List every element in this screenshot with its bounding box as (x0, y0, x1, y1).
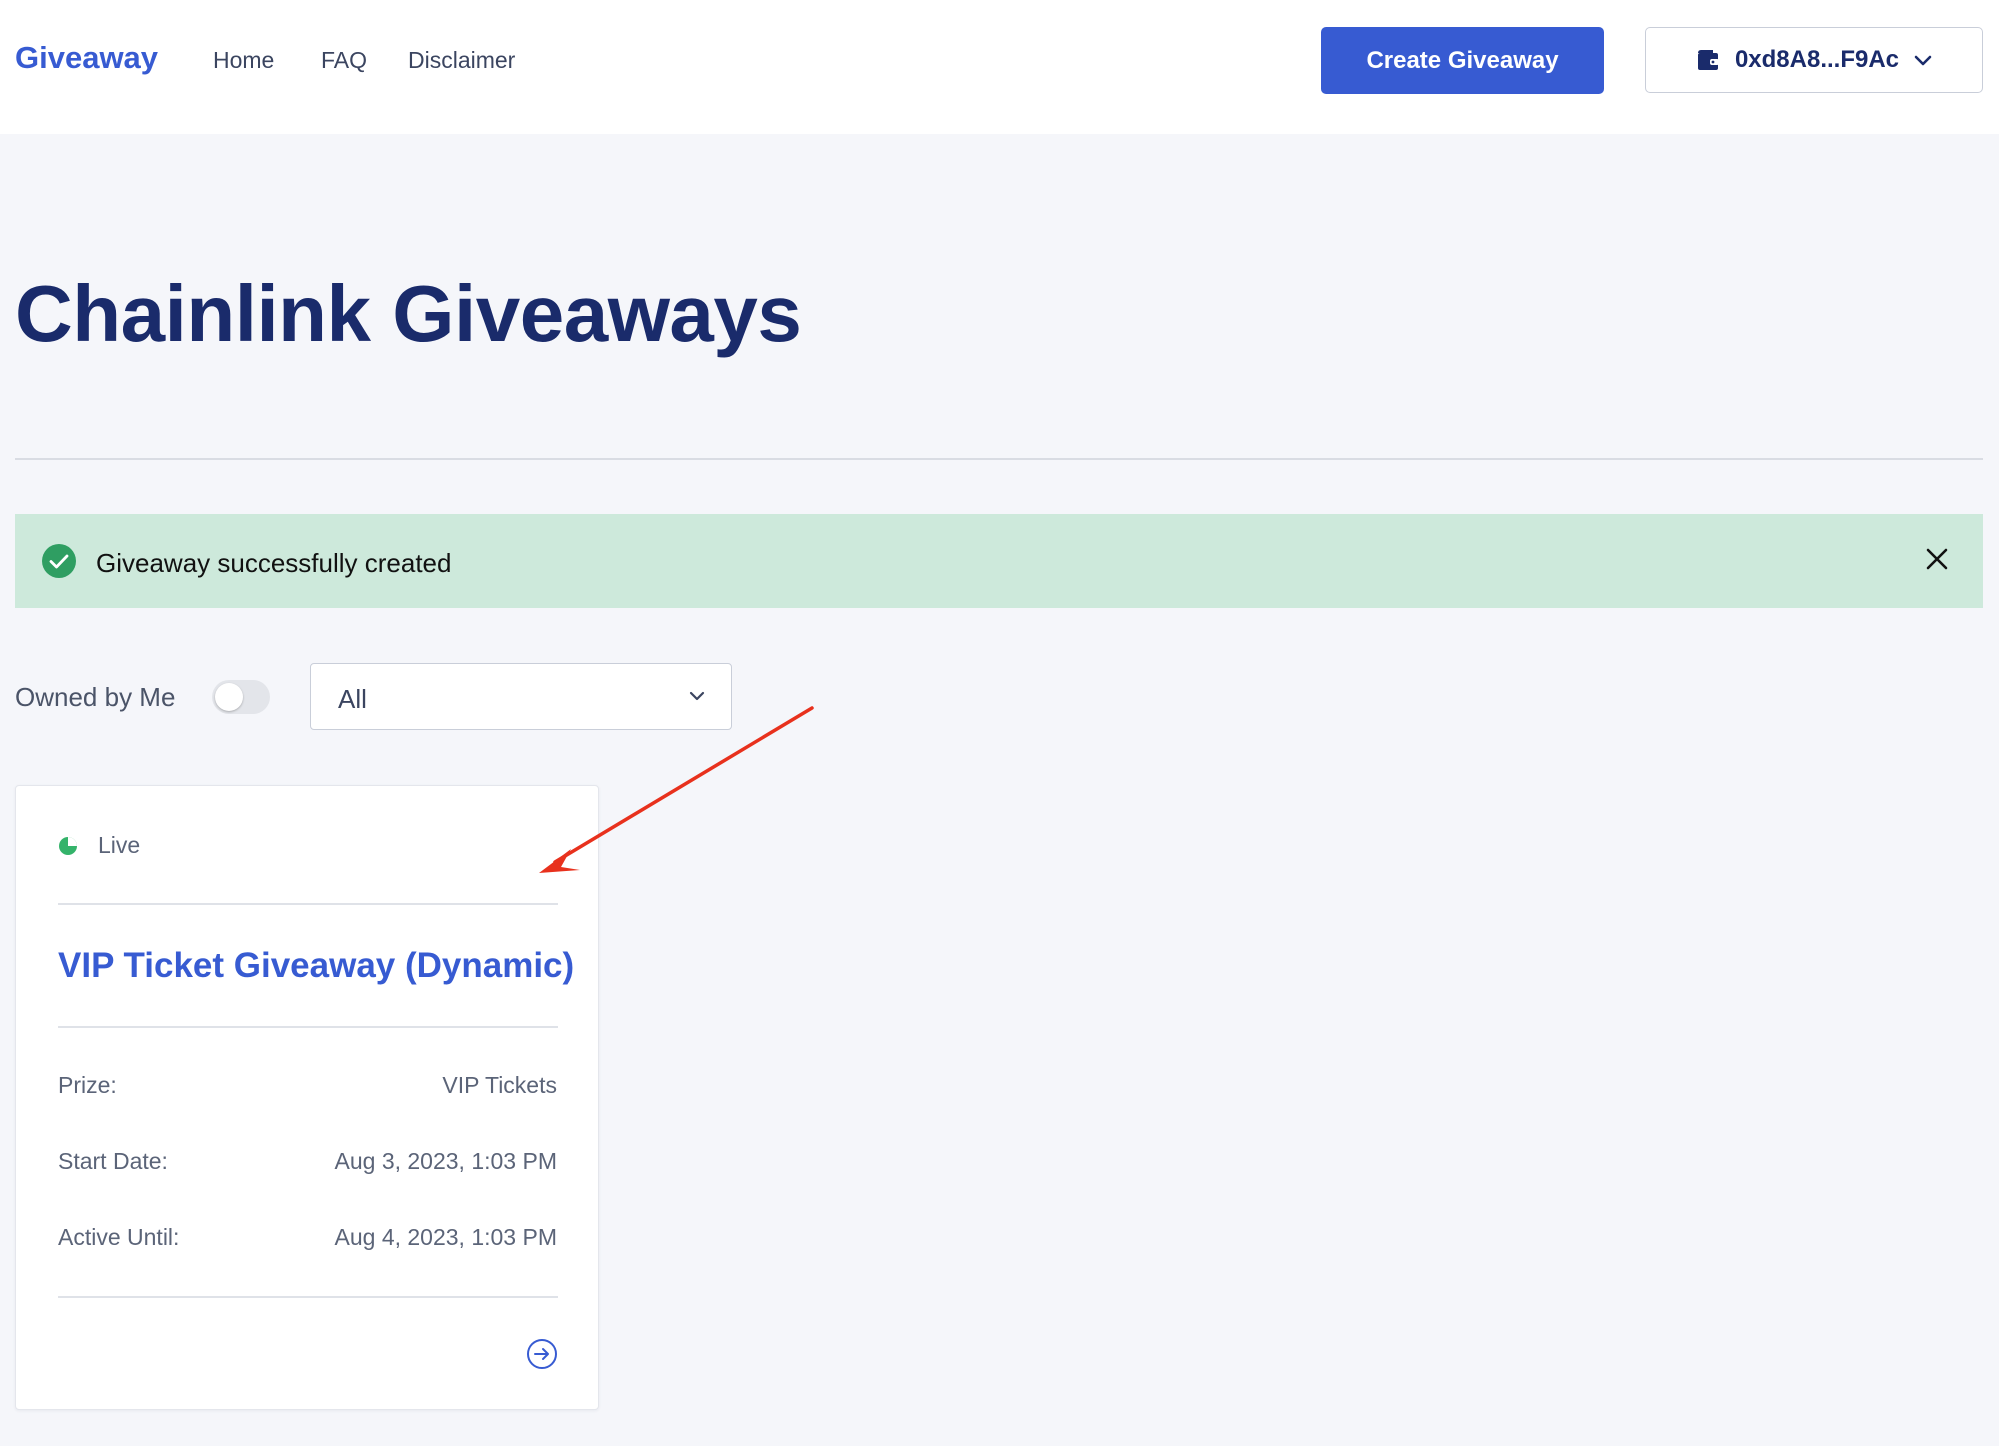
arrow-right-circle-icon[interactable] (526, 1338, 558, 1370)
card-divider (58, 1296, 558, 1298)
wallet-icon (1697, 50, 1719, 70)
status-badge: Live (98, 832, 141, 858)
create-giveaway-button[interactable]: Create Giveaway (1321, 27, 1604, 94)
success-alert: Giveaway successfully created (15, 514, 1983, 608)
giveaway-card[interactable]: Live VIP Ticket Giveaway (Dynamic) Prize… (15, 785, 599, 1410)
start-date-value: Aug 3, 2023, 1:03 PM (334, 1148, 558, 1174)
section-divider (15, 458, 1983, 460)
nav-link-faq[interactable]: FAQ (321, 47, 367, 74)
active-until-label: Active Until: (58, 1224, 180, 1250)
nav-link-disclaimer[interactable]: Disclaimer (408, 47, 515, 74)
brand-logo[interactable]: Giveaway (15, 40, 158, 76)
nav-link-home[interactable]: Home (213, 47, 274, 74)
close-icon[interactable] (1920, 542, 1954, 576)
giveaway-title-link[interactable]: VIP Ticket Giveaway (Dynamic) (58, 946, 574, 986)
card-divider (58, 1026, 558, 1028)
chevron-down-icon (689, 691, 705, 701)
start-date-label: Start Date: (58, 1148, 168, 1174)
status-filter-value: All (338, 684, 367, 714)
active-until-value: Aug 4, 2023, 1:03 PM (334, 1224, 558, 1250)
page-title: Chainlink Giveaways (15, 269, 802, 358)
prize-label: Prize: (58, 1072, 117, 1098)
owned-by-me-toggle[interactable] (212, 680, 270, 714)
toggle-knob (215, 683, 243, 711)
alert-message: Giveaway successfully created (96, 548, 452, 578)
check-circle-icon (42, 544, 76, 578)
card-divider (58, 903, 558, 905)
status-filter-select[interactable]: All (310, 663, 732, 730)
top-navbar: Giveaway Home FAQ Disclaimer Create Give… (0, 0, 1999, 134)
create-giveaway-label: Create Giveaway (1366, 46, 1559, 74)
prize-value: VIP Tickets (442, 1072, 557, 1098)
wallet-account-button[interactable]: 0xd8A8...F9Ac (1645, 27, 1983, 93)
owned-by-me-label: Owned by Me (15, 682, 176, 712)
wallet-address: 0xd8A8...F9Ac (1734, 46, 1900, 73)
live-status-icon (59, 837, 77, 855)
chevron-down-icon (1914, 55, 1932, 66)
